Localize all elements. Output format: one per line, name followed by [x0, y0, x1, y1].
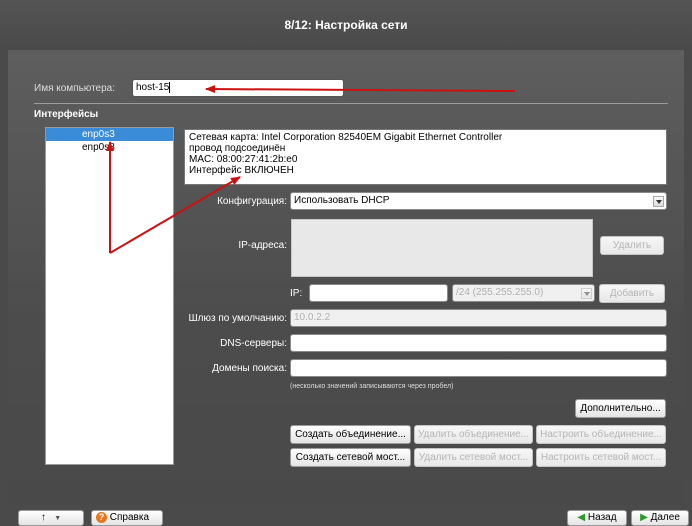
- interfaces-list: enp0s3 enp0s8: [45, 127, 174, 465]
- add-ip-button[interactable]: Добавить: [599, 284, 665, 303]
- gateway-label: Шлюз по умолчанию:: [188, 313, 288, 324]
- dns-label: DNS-серверы:: [220, 338, 287, 349]
- up-button[interactable]: ↑ ▼: [18, 510, 84, 526]
- info-line: Сетевая карта: Intel Corporation 82540EM…: [189, 132, 503, 143]
- configure-bond-button[interactable]: Настроить объединение...: [536, 425, 666, 444]
- back-button[interactable]: ◀ Назад: [567, 510, 627, 526]
- dropdown-chevron-icon: ▼: [54, 515, 62, 522]
- ip-label: IP:: [290, 288, 303, 299]
- footer-bar: ↑ ▼ ? Справка ◀ Назад ▶ Далее: [0, 506, 692, 526]
- help-button[interactable]: ? Справка: [91, 510, 163, 526]
- hostname-value: host-15: [136, 82, 170, 94]
- hint-text: (несколько значений записываются через п…: [290, 383, 454, 390]
- interface-item-enp0s3[interactable]: enp0s3: [46, 128, 173, 141]
- ip-input[interactable]: [309, 284, 448, 302]
- search-domains-label: Домены поиска:: [212, 363, 287, 374]
- interface-info-box: Сетевая карта: Intel Corporation 82540EM…: [184, 129, 667, 185]
- help-label: Справка: [109, 512, 150, 523]
- ip-addresses-list[interactable]: [291, 219, 593, 277]
- next-label: Далее: [650, 512, 680, 523]
- search-domains-input[interactable]: [290, 359, 667, 377]
- delete-bond-button[interactable]: Удалить объединение...: [414, 425, 533, 444]
- next-button[interactable]: ▶ Далее: [631, 510, 689, 526]
- info-line: Интерфейс ВКЛЮЧЕН: [189, 165, 294, 176]
- advanced-button[interactable]: Дополнительно...: [575, 399, 666, 418]
- chevron-down-icon: [653, 196, 664, 207]
- gateway-input[interactable]: 10.0.2.2: [290, 309, 667, 327]
- create-bond-button[interactable]: Создать объединение...: [290, 425, 411, 444]
- help-icon: ?: [96, 512, 107, 523]
- text-cursor: [169, 82, 171, 93]
- info-line: MAC: 08:00:27:41:2b:e0: [189, 154, 298, 165]
- interfaces-label: Интерфейсы: [34, 109, 99, 120]
- interface-item-enp0s8[interactable]: enp0s8: [46, 141, 173, 154]
- config-value: Использовать DHCP: [294, 195, 390, 206]
- separator: [34, 103, 668, 104]
- chevron-down-icon: [581, 288, 592, 299]
- config-select[interactable]: Использовать DHCP: [290, 192, 667, 210]
- next-arrow-icon: ▶: [640, 512, 648, 523]
- dns-input[interactable]: [290, 334, 667, 352]
- ip-addresses-label: IP-адреса:: [238, 240, 287, 251]
- config-label: Конфигурация:: [217, 196, 287, 207]
- window-title: 8/12: Настройка сети: [0, 0, 692, 50]
- netmask-value: /24 (255.255.255.0): [456, 287, 544, 298]
- delete-bridge-button[interactable]: Удалить сетевой мост...: [414, 448, 533, 467]
- hostname-input[interactable]: host-15: [132, 79, 344, 97]
- main-panel: Имя компьютера: host-15 Интерфейсы enp0s…: [8, 50, 684, 504]
- info-line: провод подсоединён: [189, 143, 286, 154]
- delete-ip-button[interactable]: Удалить: [600, 236, 664, 255]
- hostname-label: Имя компьютера:: [34, 83, 116, 94]
- netmask-select[interactable]: /24 (255.255.255.0): [452, 284, 595, 302]
- back-arrow-icon: ◀: [577, 512, 586, 523]
- create-bridge-button[interactable]: Создать сетевой мост...: [290, 448, 411, 467]
- configure-bridge-button[interactable]: Настроить сетевой мост...: [536, 448, 666, 467]
- back-label: Назад: [587, 512, 617, 523]
- up-arrow-icon: ↑: [40, 512, 46, 523]
